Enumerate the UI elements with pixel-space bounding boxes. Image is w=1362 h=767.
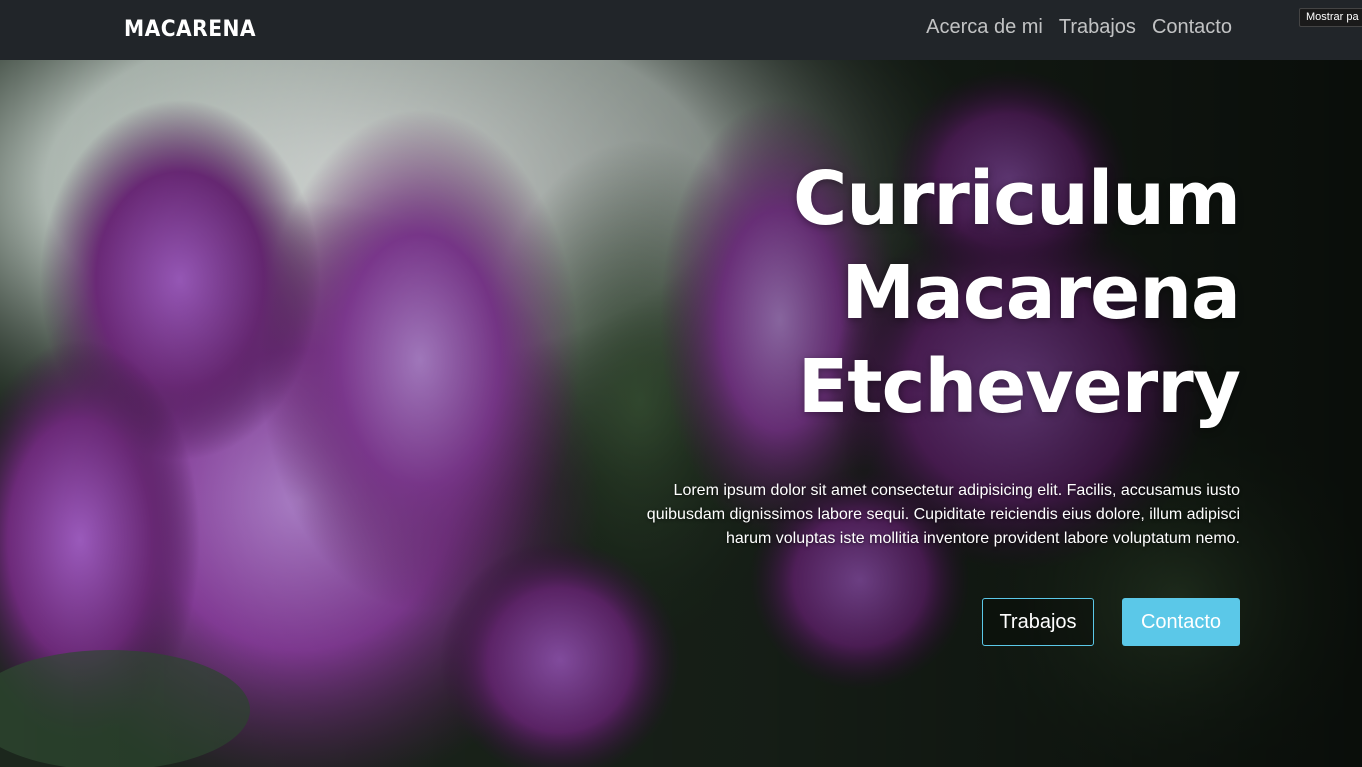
hero-title-line: Macarena <box>841 250 1241 336</box>
nav-link-contacto[interactable]: Contacto <box>1152 16 1232 39</box>
contacto-button[interactable]: Contacto <box>1122 598 1240 646</box>
nav-link-acerca[interactable]: Acerca de mi <box>926 16 1043 39</box>
trabajos-button[interactable]: Trabajos <box>982 598 1094 646</box>
navbar: MACARENA Acerca de mi Trabajos Contacto … <box>0 0 1362 60</box>
hero-title: Curriculum Macarena Etcheverry <box>792 152 1241 434</box>
browser-show-button[interactable]: Mostrar pa <box>1299 8 1362 27</box>
hero-description: Lorem ipsum dolor sit amet consectetur a… <box>646 482 1240 547</box>
nav-link-trabajos[interactable]: Trabajos <box>1059 16 1136 39</box>
hero-section: Curriculum Macarena Etcheverry Lorem ips… <box>0 60 1362 767</box>
hero-title-line: Curriculum <box>792 156 1241 242</box>
hero-title-line: Etcheverry <box>797 344 1241 430</box>
brand-logo[interactable]: MACARENA <box>124 17 256 42</box>
nav-links: Acerca de mi Trabajos Contacto <box>926 16 1232 39</box>
